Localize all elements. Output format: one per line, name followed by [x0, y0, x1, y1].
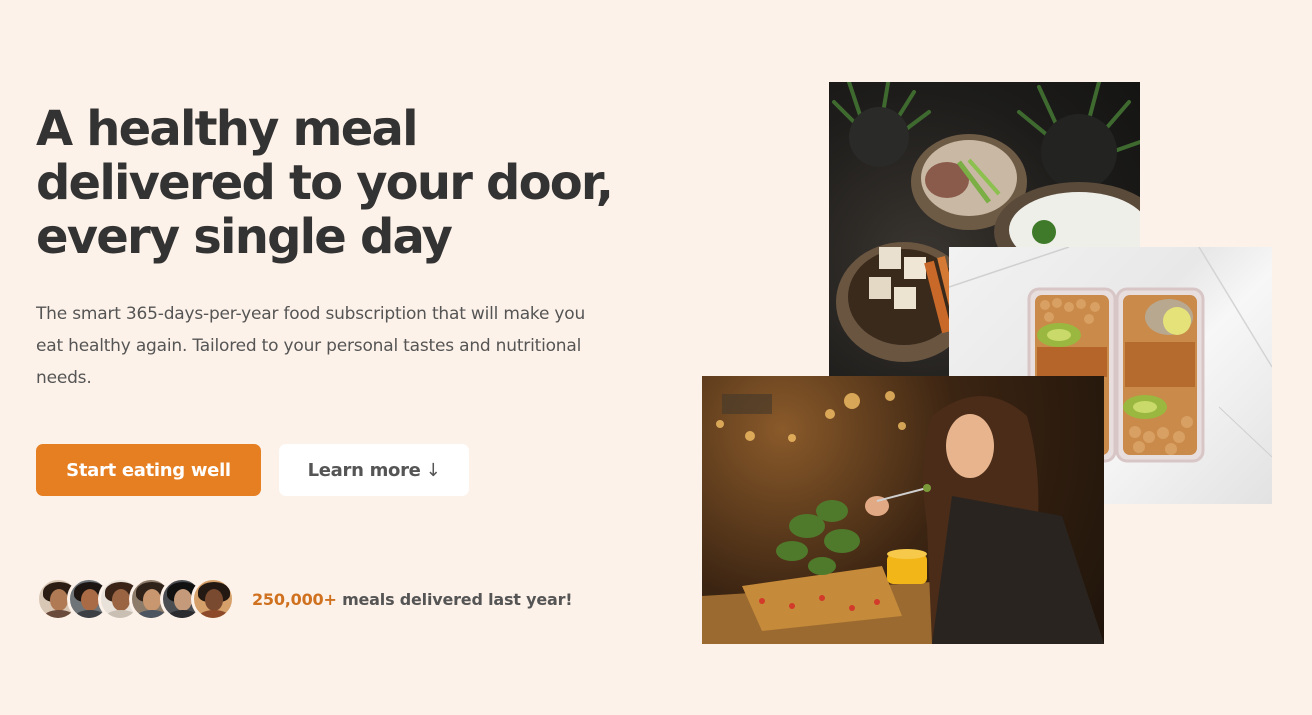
start-eating-well-button[interactable]: Start eating well — [36, 444, 261, 496]
hero-image-woman-eating — [702, 376, 1104, 644]
learn-more-button[interactable]: Learn more ↓ — [279, 444, 469, 496]
hero-title: A healthy meal delivered to your door, e… — [36, 101, 614, 265]
hero-text: A healthy meal delivered to your door, e… — [36, 102, 656, 394]
customer-avatar-6 — [191, 577, 235, 621]
delivered-count: 250,000+ — [252, 589, 337, 609]
delivered-text: 250,000+ meals delivered last year! — [252, 589, 573, 609]
start-eating-well-label: Start eating well — [66, 459, 231, 481]
hero-buttons: Start eating well Learn more ↓ — [36, 444, 469, 496]
delivered-label: meals delivered last year! — [342, 589, 573, 609]
customer-avatars — [36, 577, 235, 621]
delivered-meals: 250,000+ meals delivered last year! — [36, 577, 573, 621]
hero-description: The smart 365-days-per-year food subscri… — [36, 304, 586, 388]
arrow-down-icon: ↓ — [425, 459, 441, 481]
learn-more-label: Learn more — [307, 459, 421, 481]
